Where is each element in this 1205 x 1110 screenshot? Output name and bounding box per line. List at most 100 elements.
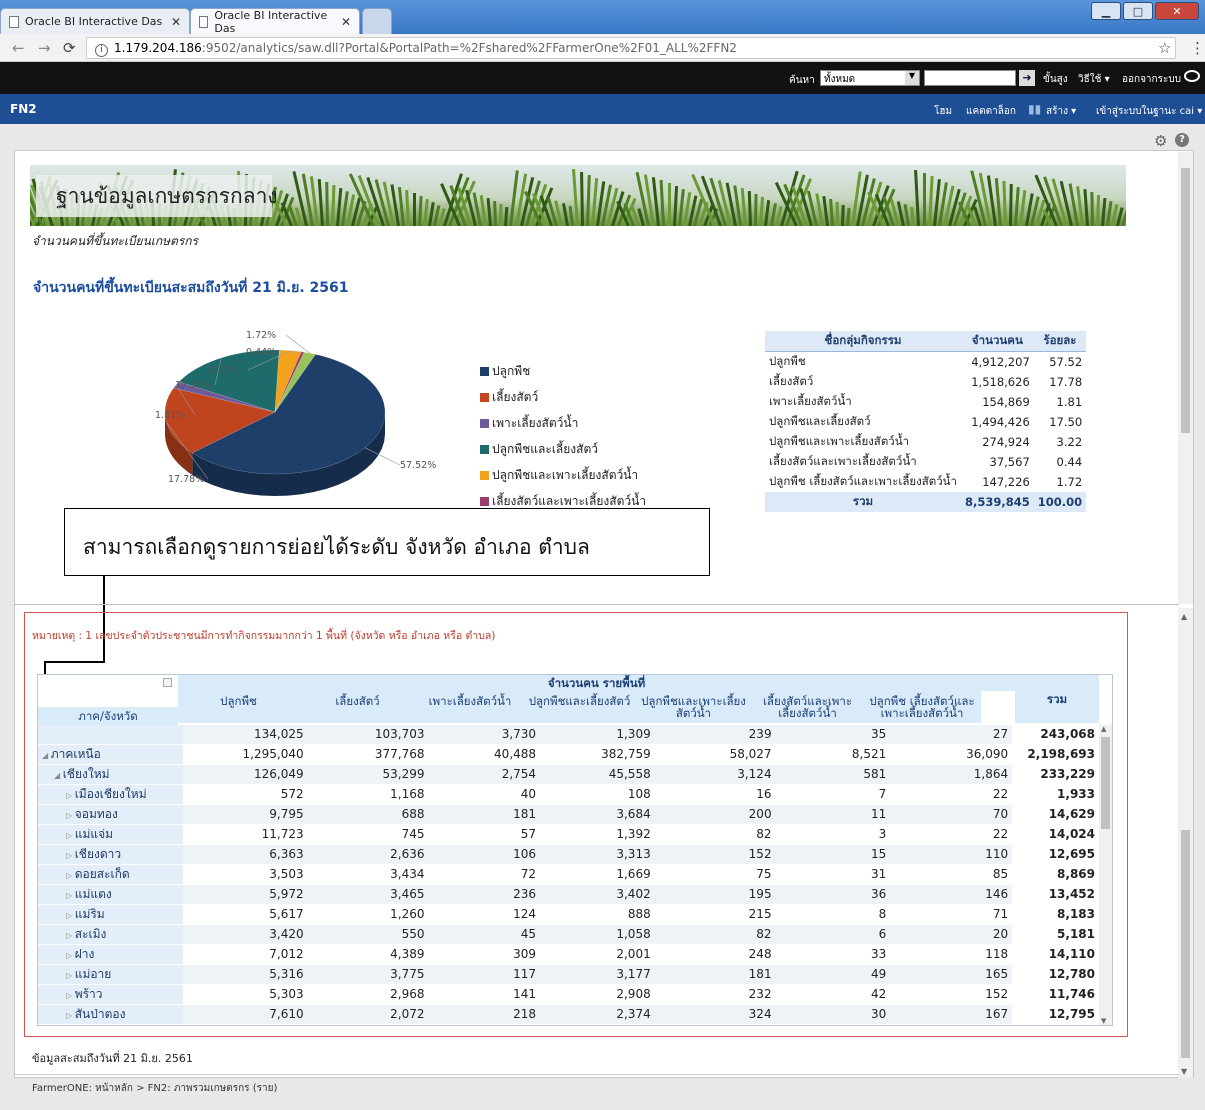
- value-cell: 16: [655, 784, 776, 804]
- search-go-icon[interactable]: ➜: [1019, 70, 1035, 86]
- info-icon[interactable]: i: [95, 44, 108, 57]
- expand-icon[interactable]: ▷: [66, 951, 75, 960]
- value-cell: 72: [428, 864, 540, 884]
- expand-icon[interactable]: ▷: [66, 871, 75, 880]
- collapse-icon[interactable]: ◢: [54, 771, 63, 780]
- expand-icon[interactable]: ▷: [66, 971, 75, 980]
- grass-blade: [673, 186, 678, 226]
- url-field[interactable]: i1.179.204.186:9502/analytics/saw.dll?Po…: [86, 37, 1176, 59]
- help-icon[interactable]: ?: [1175, 133, 1189, 147]
- row-label[interactable]: ▷ จอมทอง: [38, 804, 183, 824]
- grass-blade: [910, 207, 915, 226]
- home-link[interactable]: โฮม: [934, 104, 952, 119]
- scroll-thumb[interactable]: [1181, 830, 1190, 1058]
- catalog-link[interactable]: แคตตาล็อก: [966, 104, 1016, 119]
- close-window-button[interactable]: ✕: [1155, 2, 1199, 20]
- close-tab-icon[interactable]: ✕: [171, 15, 181, 29]
- expand-icon[interactable]: ▷: [66, 1011, 75, 1020]
- value-cell: 3,775: [308, 964, 429, 984]
- scroll-thumb[interactable]: [1181, 168, 1190, 433]
- scroll-up-icon[interactable]: ▲: [1181, 612, 1187, 621]
- pivot-scrollbar[interactable]: ▲ ▼: [1099, 725, 1112, 1025]
- value-cell: 31: [776, 864, 891, 884]
- chevron-down-icon: ▼: [905, 71, 919, 85]
- row-label[interactable]: ▷ เมืองเชียงใหม่: [38, 784, 183, 804]
- maximize-button[interactable]: □: [1123, 2, 1153, 20]
- value-cell: 36,090: [890, 744, 1012, 764]
- lower-scrollbar[interactable]: ▲ ▼: [1178, 608, 1193, 1078]
- row-label[interactable]: ◢ ภาคเหนือ: [38, 744, 183, 764]
- advanced-link[interactable]: ขั้นสูง: [1043, 72, 1068, 87]
- help-menu[interactable]: วิธีใช้ ▾: [1078, 72, 1110, 87]
- search-input[interactable]: [924, 70, 1016, 86]
- row-label[interactable]: ▷ ฝาง: [38, 944, 183, 964]
- row-label[interactable]: [38, 725, 183, 744]
- expand-icon[interactable]: ▷: [66, 791, 75, 800]
- scroll-up-icon[interactable]: ▲: [1101, 725, 1106, 733]
- value-cell: 5,972: [183, 884, 308, 904]
- row-label[interactable]: ▷ แม่ริม: [38, 904, 183, 924]
- sort-icon[interactable]: [163, 678, 172, 687]
- summary-row: เลี้ยงสัตว์1,518,62617.78: [765, 372, 1086, 392]
- browser-tab[interactable]: Oracle BI Interactive Das ✕: [0, 8, 190, 34]
- row-label[interactable]: ▷ แม่แตง: [38, 884, 183, 904]
- value-cell: 200: [655, 804, 776, 824]
- activity-percent: 1.81: [1034, 392, 1086, 412]
- signout-link[interactable]: ออกจากระบบ: [1122, 72, 1181, 87]
- browser-tab-active[interactable]: Oracle BI Interactive Das ✕: [190, 8, 360, 34]
- expand-icon[interactable]: ▷: [66, 911, 75, 920]
- row-label[interactable]: ▷ สันกำแพง: [38, 1024, 183, 1026]
- row-label[interactable]: ▷ แม่แจ่ม: [38, 824, 183, 844]
- pivot-row: ▷ ดอยสะเก็ด3,5033,434721,6697531858,869: [38, 864, 1099, 884]
- value-cell: 45,558: [540, 764, 655, 784]
- grass-blade: [499, 204, 502, 226]
- menu-dots-icon[interactable]: ⋮: [1190, 39, 1205, 57]
- row-label[interactable]: ◢ เชียงใหม่: [38, 764, 183, 784]
- collapse-icon[interactable]: ◢: [42, 751, 51, 760]
- back-icon[interactable]: ←: [12, 39, 25, 57]
- value-cell: 2,072: [308, 1004, 429, 1024]
- scroll-down-icon[interactable]: ▼: [1181, 1067, 1187, 1076]
- row-label[interactable]: ▷ พร้าว: [38, 984, 183, 1004]
- value-cell: 5,303: [183, 984, 308, 1004]
- value-cell: 165: [890, 964, 1012, 984]
- expand-icon[interactable]: ▷: [66, 931, 75, 940]
- pivot-note: หมายเหตุ : 1 เลขประจำตัวประชาชนมีการทำกิ…: [32, 627, 495, 644]
- row-label[interactable]: ▷ สันป่าตอง: [38, 1004, 183, 1024]
- signed-in-label: เข้าสู่ระบบในฐานะ cai: [1096, 106, 1194, 117]
- expand-icon[interactable]: ▷: [66, 891, 75, 900]
- expand-icon[interactable]: ▷: [66, 831, 75, 840]
- grass-blade: [1083, 189, 1089, 226]
- pivot-row: ▷ แม่อาย5,3163,7751173,1771814916512,780: [38, 964, 1099, 984]
- forward-icon[interactable]: →: [38, 39, 51, 57]
- new-tab-button[interactable]: [362, 8, 392, 34]
- column-header: เลี้ยงสัตว์และเพาะเลี้ยงสัตว์น้ำ: [752, 691, 863, 723]
- expand-icon[interactable]: ▷: [66, 991, 75, 1000]
- reload-icon[interactable]: ⟳: [63, 39, 76, 57]
- minimize-button[interactable]: ▁: [1091, 2, 1121, 20]
- value-cell: 181: [428, 804, 540, 824]
- create-menu[interactable]: สร้าง ▾: [1046, 104, 1076, 119]
- search-scope-select[interactable]: ทั้งหมด ▼: [820, 70, 920, 86]
- close-tab-icon[interactable]: ✕: [341, 15, 351, 29]
- bookmark-star-icon[interactable]: ☆: [1158, 39, 1171, 57]
- value-cell: 8: [776, 904, 891, 924]
- row-total: 12,795: [1012, 1004, 1099, 1024]
- breadcrumb[interactable]: FarmerONE: หน้าหลัก > FN2: ภาพรวมเกษตรกร…: [32, 1081, 277, 1096]
- value-cell: 1,058: [540, 924, 655, 944]
- row-label[interactable]: ▷ ดอยสะเก็ด: [38, 864, 183, 884]
- row-label[interactable]: ▷ สะเมิง: [38, 924, 183, 944]
- column-header: ปลูกพืช: [178, 691, 299, 723]
- grass-blade: [923, 173, 926, 226]
- scroll-down-icon[interactable]: ▼: [1101, 1017, 1106, 1025]
- upper-scrollbar[interactable]: [1178, 152, 1193, 604]
- row-label[interactable]: ▷ เชียงดาว: [38, 844, 183, 864]
- row-label[interactable]: ▷ แม่อาย: [38, 964, 183, 984]
- tab-title: Oracle BI Interactive Das: [25, 15, 162, 28]
- gear-icon[interactable]: ⚙: [1154, 132, 1167, 150]
- expand-icon[interactable]: ▷: [66, 851, 75, 860]
- scroll-thumb[interactable]: [1101, 737, 1110, 829]
- expand-icon[interactable]: ▷: [66, 811, 75, 820]
- signed-in-menu[interactable]: เข้าสู่ระบบในฐานะ cai ▾: [1096, 104, 1202, 119]
- value-cell: 550: [308, 924, 429, 944]
